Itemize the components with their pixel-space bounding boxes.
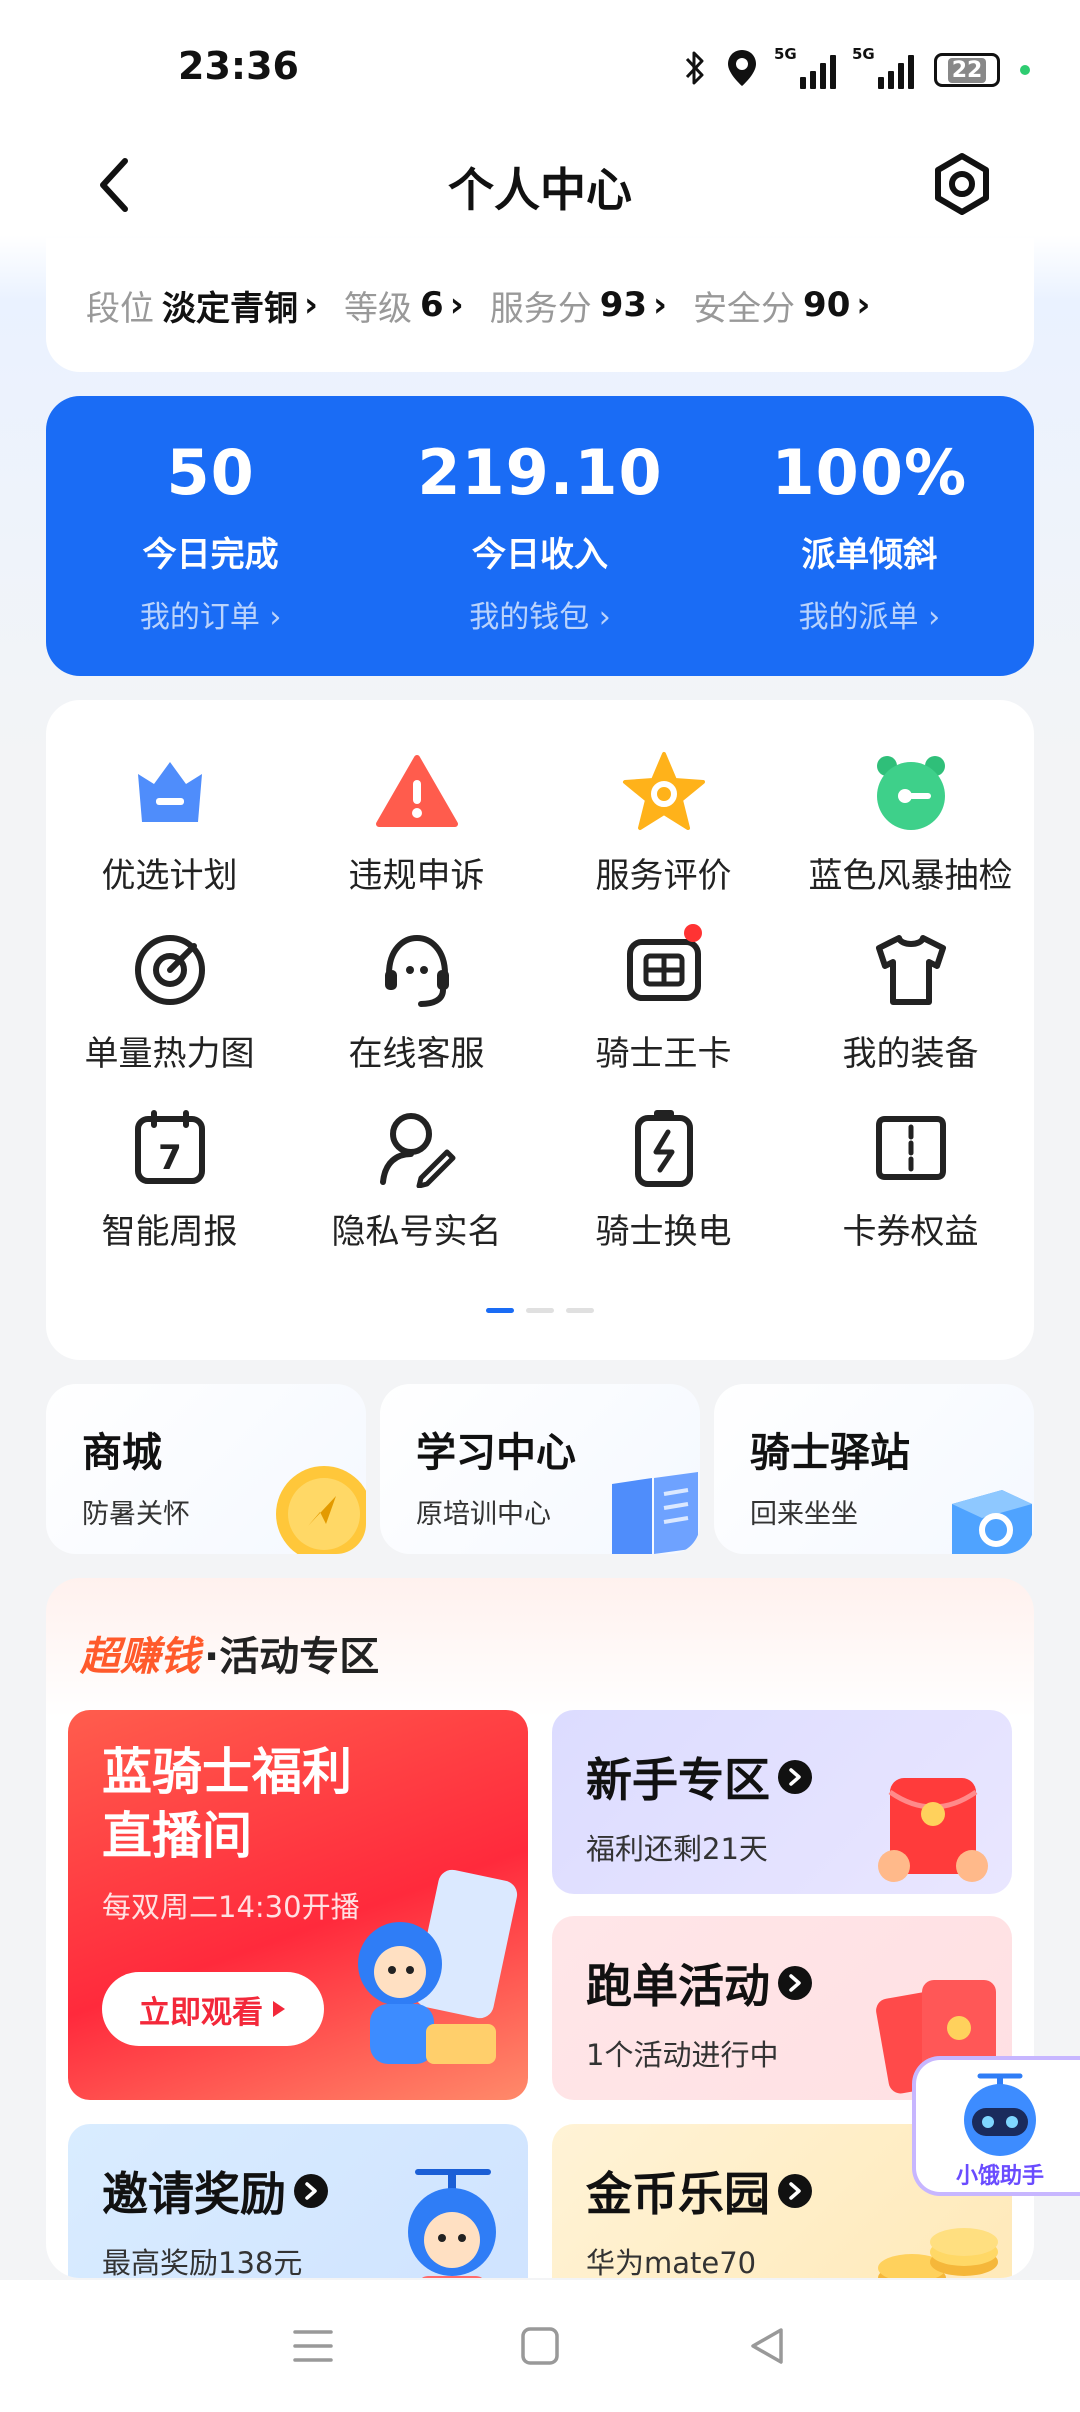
station-icon	[932, 1454, 1034, 1554]
my-dispatch-link[interactable]: 我的派单 ›	[705, 592, 1034, 636]
rank-level[interactable]: 等级 6 ›	[344, 281, 464, 330]
sim-card-icon	[622, 924, 706, 1012]
my-wallet-link[interactable]: 我的钱包 ›	[375, 592, 704, 636]
headset-icon	[375, 928, 459, 1012]
home-button[interactable]	[510, 2316, 570, 2376]
system-nav-bar	[0, 2280, 1080, 2412]
assistant-float-button[interactable]: 小饿助手	[912, 2056, 1080, 2196]
rank-card: 段位 淡定青铜 › 等级 6 › 服务分 93 › 安全分 90 ›	[46, 238, 1034, 372]
calendar-icon: 7	[128, 1106, 212, 1190]
book-icon	[598, 1454, 700, 1554]
tile-knight-station[interactable]: 骑士驿站 回来坐坐	[714, 1384, 1034, 1554]
stat-label: 派单倾斜	[801, 535, 938, 575]
rank-safety-score[interactable]: 安全分 90 ›	[693, 281, 870, 330]
svg-text:7: 7	[158, 1138, 182, 1178]
my-orders-link[interactable]: 我的订单 ›	[46, 592, 375, 636]
grid-item-heatmap[interactable]: 单量热力图	[46, 928, 293, 1076]
chevron-right-icon: ›	[856, 285, 871, 325]
activity-header: 超赚钱 ·活动专区	[80, 1624, 379, 1682]
mascot-icon	[388, 2152, 518, 2278]
grid-item-preferred-plan[interactable]: 优选计划	[46, 750, 293, 898]
invite-reward-card[interactable]: 邀请奖励 最高奖励138元	[68, 2124, 528, 2278]
signal-icon-2: 5G	[852, 45, 914, 89]
stat-value: 219.10	[417, 436, 663, 509]
grid-item-blue-storm-check[interactable]: 蓝色风暴抽检	[787, 750, 1034, 898]
robot-mascot-icon	[952, 2068, 1048, 2158]
rider-mascot-icon	[330, 1854, 520, 2084]
pager-dot	[566, 1308, 594, 1313]
status-time: 23:36	[178, 44, 299, 88]
tshirt-icon	[869, 928, 953, 1012]
grid-item-knight-card[interactable]: 骑士王卡	[540, 924, 787, 1076]
live-stream-card[interactable]: 蓝骑士福利 直播间 每双周二14:30开播 立即观看	[68, 1710, 528, 2100]
bluetooth-icon	[684, 49, 706, 91]
battery-swap-icon	[622, 1106, 706, 1190]
stat-value: 50	[166, 436, 255, 509]
home-square-icon	[521, 2327, 559, 2365]
gear-icon	[935, 153, 989, 215]
stat-completed[interactable]: 50 今日完成 我的订单 ›	[46, 396, 375, 676]
privacy-indicator-icon	[1020, 65, 1030, 75]
rank-tier[interactable]: 段位 淡定青铜 ›	[86, 281, 318, 330]
stat-value: 100%	[771, 436, 968, 509]
grid-item-appeal[interactable]: 违规申诉	[293, 750, 540, 898]
chevron-right-icon: ›	[653, 285, 668, 325]
stat-dispatch[interactable]: 100% 派单倾斜 我的派单 ›	[705, 396, 1034, 676]
signal-icon: 5G	[774, 45, 836, 89]
grid-item-service-review[interactable]: 服务评价	[540, 750, 787, 898]
arrow-right-circle-icon	[778, 2174, 812, 2208]
nav-back-button[interactable]	[737, 2316, 797, 2376]
header: 个人中心	[0, 130, 1080, 240]
battery-icon: 22	[934, 53, 1000, 87]
grid-pager	[46, 1308, 1034, 1313]
star-icon	[622, 750, 706, 834]
chevron-right-icon: ›	[304, 285, 319, 325]
status-icons: 5G 5G 22	[684, 45, 1030, 92]
stat-label: 今日完成	[142, 535, 279, 575]
activity-title: ·活动专区	[204, 1634, 380, 1680]
arrow-right-circle-icon	[778, 1966, 812, 2000]
crown-icon	[128, 750, 212, 834]
settings-button[interactable]	[924, 146, 1000, 222]
play-icon	[273, 2001, 285, 2017]
tile-mall[interactable]: 商城 防暑关怀	[46, 1384, 366, 1554]
feature-grid: 优选计划 违规申诉 服务评价 蓝色风暴抽检 单量热力图 在线客服 骑士王卡 我的…	[46, 750, 1034, 1254]
grid-item-online-support[interactable]: 在线客服	[293, 928, 540, 1076]
location-icon	[726, 48, 758, 92]
coin-icon	[264, 1454, 366, 1554]
menu-button[interactable]	[283, 2316, 343, 2376]
status-bar: 23:36 5G 5G 22	[0, 0, 1080, 130]
pager-dot-active	[486, 1308, 514, 1313]
page-title: 个人中心	[448, 163, 632, 217]
grid-item-coupons[interactable]: 卡券权益	[787, 1106, 1034, 1254]
coupon-icon	[869, 1106, 953, 1190]
activity-section: 超赚钱 ·活动专区 蓝骑士福利 直播间 每双周二14:30开播 立即观看 新手专…	[46, 1578, 1034, 2278]
newbie-zone-card[interactable]: 新手专区 福利还剩21天	[552, 1710, 1012, 1894]
pager-dot	[526, 1308, 554, 1313]
grid-item-weekly-report[interactable]: 7 智能周报	[46, 1106, 293, 1254]
arrow-right-circle-icon	[294, 2174, 328, 2208]
target-icon	[128, 928, 212, 1012]
stat-income[interactable]: 219.10 今日收入 我的钱包 ›	[375, 396, 704, 676]
stats-card: 50 今日完成 我的订单 › 219.10 今日收入 我的钱包 › 100% 派…	[46, 396, 1034, 676]
back-triangle-icon	[750, 2328, 783, 2364]
rank-service-score[interactable]: 服务分 93 ›	[490, 281, 667, 330]
grid-item-my-equipment[interactable]: 我的装备	[787, 928, 1034, 1076]
menu-icon	[293, 2330, 334, 2362]
watch-now-button[interactable]: 立即观看	[102, 1972, 324, 2046]
grid-item-privacy-number[interactable]: 隐私号实名	[293, 1106, 540, 1254]
notification-dot	[683, 924, 702, 942]
user-edit-icon	[375, 1106, 459, 1190]
tile-learning-center[interactable]: 学习中心 原培训中心	[380, 1384, 700, 1554]
red-envelope-icon	[872, 1738, 1002, 1888]
grid-item-battery-swap[interactable]: 骑士换电	[540, 1106, 787, 1254]
warning-icon	[375, 750, 459, 834]
feature-grid-card: 优选计划 违规申诉 服务评价 蓝色风暴抽检 单量热力图 在线客服 骑士王卡 我的…	[46, 700, 1034, 1360]
alarm-clock-icon	[869, 750, 953, 834]
activity-hot-label: 超赚钱	[80, 1634, 200, 1680]
stat-label: 今日收入	[471, 535, 608, 575]
shortcut-tiles: 商城 防暑关怀 学习中心 原培训中心 骑士驿站 回来坐坐	[46, 1384, 1034, 1554]
chevron-right-icon: ›	[449, 285, 464, 325]
arrow-right-circle-icon	[778, 1760, 812, 1794]
